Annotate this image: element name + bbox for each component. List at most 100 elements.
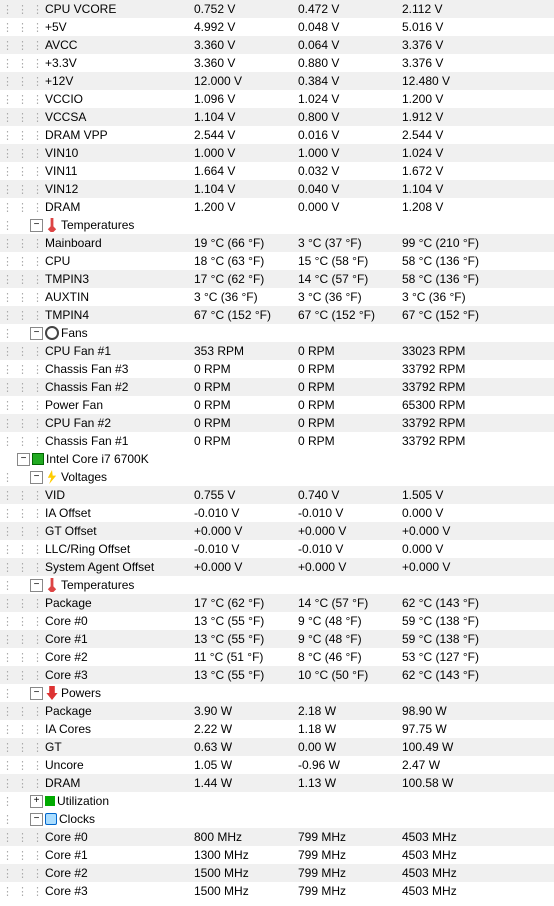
tree-guide: ⋮ (30, 273, 45, 286)
tree-guide: ⋮ (0, 435, 15, 448)
tree-row[interactable]: ⋮+Utilization (0, 792, 554, 810)
value-col-3: 2.544 V (398, 128, 554, 142)
tree-row[interactable]: ⋮⋮⋮Core #21500 MHz799 MHz4503 MHz (0, 864, 554, 882)
tree-guide: ⋮ (15, 3, 30, 16)
tree-row[interactable]: ⋮⋮⋮Core #0800 MHz799 MHz4503 MHz (0, 828, 554, 846)
tree-row[interactable]: ⋮⋮⋮+5V4.992 V0.048 V5.016 V (0, 18, 554, 36)
value-col-2: 14 °C (57 °F) (294, 272, 398, 286)
tree-row[interactable]: ⋮⋮⋮GT Offset+0.000 V+0.000 V+0.000 V (0, 522, 554, 540)
tree-row[interactable]: ⋮⋮⋮DRAM VPP2.544 V0.016 V2.544 V (0, 126, 554, 144)
tree-row[interactable]: ⋮⋮⋮CPU18 °C (63 °F)15 °C (58 °F)58 °C (1… (0, 252, 554, 270)
value-col-1: 1.104 V (190, 110, 294, 124)
tree-guide: ⋮ (0, 525, 15, 538)
tree-row[interactable]: ⋮⋮⋮TMPIN317 °C (62 °F)14 °C (57 °F)58 °C… (0, 270, 554, 288)
tree-row[interactable]: ⋮⋮⋮GT0.63 W0.00 W100.49 W (0, 738, 554, 756)
tree-row[interactable]: ⋮⋮⋮Core #013 °C (55 °F)9 °C (48 °F)59 °C… (0, 612, 554, 630)
value-col-3: 58 °C (136 °F) (398, 254, 554, 268)
tree-row[interactable]: ⋮⋮⋮Chassis Fan #20 RPM0 RPM33792 RPM (0, 378, 554, 396)
tree-row[interactable]: ⋮⋮⋮Mainboard19 °C (66 °F)3 °C (37 °F)99 … (0, 234, 554, 252)
tree-row[interactable]: ⋮⋮⋮Core #113 °C (55 °F)9 °C (48 °F)59 °C… (0, 630, 554, 648)
tree-row[interactable]: ⋮⋮⋮Chassis Fan #10 RPM0 RPM33792 RPM (0, 432, 554, 450)
tree-guide: ⋮ (15, 291, 30, 304)
tree-guide: ⋮ (0, 669, 15, 682)
tree-row[interactable]: ⋮⋮⋮IA Cores2.22 W1.18 W97.75 W (0, 720, 554, 738)
value-col-3: 99 °C (210 °F) (398, 236, 554, 250)
temp-icon (45, 578, 59, 592)
row-label: Temperatures (61, 218, 134, 232)
tree-row[interactable]: ⋮⋮⋮Uncore1.05 W-0.96 W2.47 W (0, 756, 554, 774)
tree-row[interactable]: ⋮−Temperatures (0, 216, 554, 234)
tree-cell: ⋮⋮⋮DRAM (0, 776, 190, 790)
tree-row[interactable]: ⋮⋮⋮Core #11300 MHz799 MHz4503 MHz (0, 846, 554, 864)
tree-guide: ⋮ (0, 165, 15, 178)
tree-row[interactable]: ⋮⋮⋮TMPIN467 °C (152 °F)67 °C (152 °F)67 … (0, 306, 554, 324)
collapse-icon[interactable]: − (30, 813, 43, 826)
tree-row[interactable]: ⋮⋮⋮CPU VCORE0.752 V0.472 V2.112 V (0, 0, 554, 18)
sensor-tree[interactable]: ⋮⋮⋮CPU VCORE0.752 V0.472 V2.112 V⋮⋮⋮+5V4… (0, 0, 554, 900)
tree-row[interactable]: ⋮⋮⋮VCCIO1.096 V1.024 V1.200 V (0, 90, 554, 108)
value-col-3: 1.104 V (398, 182, 554, 196)
value-col-1: 1.104 V (190, 182, 294, 196)
collapse-icon[interactable]: − (30, 579, 43, 592)
value-col-1: 3.360 V (190, 38, 294, 52)
tree-row[interactable]: ⋮⋮⋮System Agent Offset+0.000 V+0.000 V+0… (0, 558, 554, 576)
collapse-icon[interactable]: − (30, 471, 43, 484)
tree-row[interactable]: ⋮⋮⋮Power Fan0 RPM0 RPM65300 RPM (0, 396, 554, 414)
tree-row[interactable]: ⋮⋮⋮DRAM1.200 V0.000 V1.208 V (0, 198, 554, 216)
tree-row[interactable]: ⋮−Clocks (0, 810, 554, 828)
collapse-icon[interactable]: − (30, 687, 43, 700)
tree-cell: ⋮⋮⋮VIN12 (0, 182, 190, 196)
value-col-1: 1.44 W (190, 776, 294, 790)
tree-guide: ⋮ (0, 795, 15, 808)
tree-row[interactable]: ⋮⋮⋮CPU Fan #1353 RPM0 RPM33023 RPM (0, 342, 554, 360)
tree-row[interactable]: ⋮⋮⋮VIN121.104 V0.040 V1.104 V (0, 180, 554, 198)
value-col-1: 0 RPM (190, 434, 294, 448)
tree-guide: ⋮ (0, 507, 15, 520)
tree-guide: ⋮ (15, 741, 30, 754)
tree-row[interactable]: ⋮−Powers (0, 684, 554, 702)
tree-row[interactable]: ⋮−Voltages (0, 468, 554, 486)
tree-guide: ⋮ (30, 165, 45, 178)
tree-cell: ⋮⋮⋮DRAM (0, 200, 190, 214)
tree-guide: ⋮ (30, 93, 45, 106)
tree-row[interactable]: ⋮⋮⋮VID0.755 V0.740 V1.505 V (0, 486, 554, 504)
tree-row[interactable]: ⋮⋮⋮AUXTIN3 °C (36 °F)3 °C (36 °F)3 °C (3… (0, 288, 554, 306)
tree-row[interactable]: ⋮⋮⋮DRAM1.44 W1.13 W100.58 W (0, 774, 554, 792)
tree-row[interactable]: ⋮⋮⋮VCCSA1.104 V0.800 V1.912 V (0, 108, 554, 126)
tree-row[interactable]: ⋮−Fans (0, 324, 554, 342)
row-label: VIN10 (45, 146, 78, 160)
tree-row[interactable]: ⋮⋮⋮+3.3V3.360 V0.880 V3.376 V (0, 54, 554, 72)
value-col-2: -0.010 V (294, 506, 398, 520)
tree-cell: ⋮⋮⋮Core #1 (0, 848, 190, 862)
tree-row[interactable]: −Intel Core i7 6700K (0, 450, 554, 468)
value-col-1: 17 °C (62 °F) (190, 272, 294, 286)
tree-row[interactable]: ⋮⋮⋮Package17 °C (62 °F)14 °C (57 °F)62 °… (0, 594, 554, 612)
tree-row[interactable]: ⋮⋮⋮CPU Fan #20 RPM0 RPM33792 RPM (0, 414, 554, 432)
tree-row[interactable]: ⋮⋮⋮+12V12.000 V0.384 V12.480 V (0, 72, 554, 90)
tree-row[interactable]: ⋮⋮⋮Core #31500 MHz799 MHz4503 MHz (0, 882, 554, 900)
tree-guide: ⋮ (0, 201, 15, 214)
tree-row[interactable]: ⋮⋮⋮LLC/Ring Offset-0.010 V-0.010 V0.000 … (0, 540, 554, 558)
tree-row[interactable]: ⋮−Temperatures (0, 576, 554, 594)
collapse-icon[interactable]: − (30, 327, 43, 340)
value-col-1: +0.000 V (190, 560, 294, 574)
tree-row[interactable]: ⋮⋮⋮Core #211 °C (51 °F)8 °C (46 °F)53 °C… (0, 648, 554, 666)
tree-guide: ⋮ (30, 39, 45, 52)
tree-guide: ⋮ (15, 489, 30, 502)
tree-cell: ⋮+Utilization (0, 794, 190, 808)
value-col-1: 1300 MHz (190, 848, 294, 862)
tree-row[interactable]: ⋮⋮⋮VIN111.664 V0.032 V1.672 V (0, 162, 554, 180)
tree-row[interactable]: ⋮⋮⋮Chassis Fan #30 RPM0 RPM33792 RPM (0, 360, 554, 378)
expand-icon[interactable]: + (30, 795, 43, 808)
collapse-icon[interactable]: − (17, 453, 30, 466)
tree-guide: ⋮ (0, 813, 15, 826)
tree-row[interactable]: ⋮⋮⋮AVCC3.360 V0.064 V3.376 V (0, 36, 554, 54)
tree-row[interactable]: ⋮⋮⋮Package3.90 W2.18 W98.90 W (0, 702, 554, 720)
tree-row[interactable]: ⋮⋮⋮IA Offset-0.010 V-0.010 V0.000 V (0, 504, 554, 522)
value-col-2: 0 RPM (294, 380, 398, 394)
tree-row[interactable]: ⋮⋮⋮Core #313 °C (55 °F)10 °C (50 °F)62 °… (0, 666, 554, 684)
tree-row[interactable]: ⋮⋮⋮VIN101.000 V1.000 V1.024 V (0, 144, 554, 162)
tree-guide: ⋮ (30, 597, 45, 610)
tree-guide: ⋮ (15, 111, 30, 124)
collapse-icon[interactable]: − (30, 219, 43, 232)
